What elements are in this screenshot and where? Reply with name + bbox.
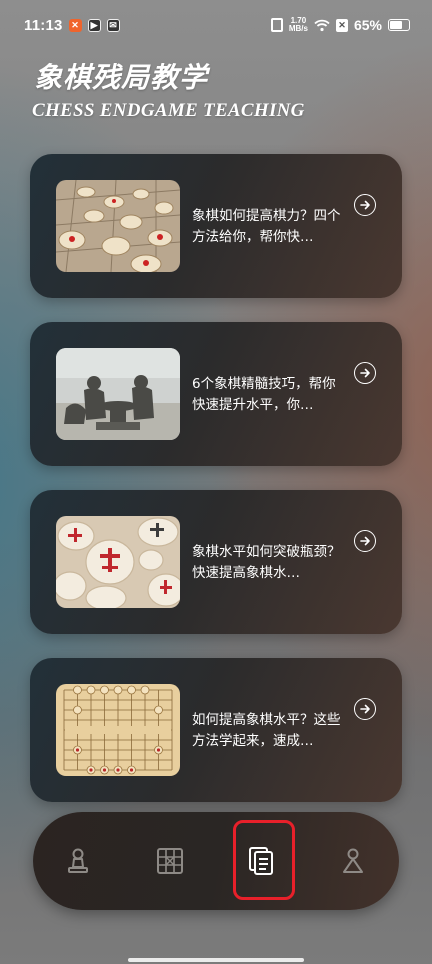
page-title: 象棋残局教学	[34, 61, 209, 94]
statue-photo	[56, 348, 180, 440]
home-indicator[interactable]	[128, 958, 304, 962]
article-title: 象棋水平如何突破瓶颈？快速提高象棋水…	[192, 544, 341, 581]
nav-item-pawn[interactable]	[53, 836, 103, 886]
network-speed: 1.70 MB/s	[289, 17, 308, 33]
arrow-right-circle-icon[interactable]	[354, 194, 376, 216]
vibrate-icon	[270, 18, 283, 32]
status-bar: 11:13 ✕ ▶ ✉ 1.70 MB/s ✕ 65%	[0, 0, 432, 50]
chessboard-photo	[56, 684, 180, 776]
arrow-right-circle-icon[interactable]	[354, 530, 376, 552]
no-sim-icon: ✕	[335, 18, 348, 32]
status-time: 11:13	[24, 16, 63, 34]
chess-pieces-photo	[56, 180, 180, 272]
arrow-right-circle-icon[interactable]	[354, 698, 376, 720]
status-right: 1.70 MB/s ✕ 65%	[270, 17, 410, 33]
battery-percent: 65%	[353, 17, 382, 33]
arrow-right-circle-icon[interactable]	[354, 362, 376, 384]
chess-pawn-icon	[68, 848, 88, 873]
play-notification-icon: ▶	[87, 18, 101, 32]
article-thumbnail	[56, 180, 180, 272]
article-title: 6个象棋精髓技巧，帮你快速提升水平，你…	[192, 376, 336, 413]
battery-icon	[388, 19, 410, 31]
page-subtitle: CHESS ENDGAME TEACHING	[32, 100, 305, 121]
article-card[interactable]: 如何提高象棋水平？这些方法学起来，速成…	[30, 658, 402, 802]
chess-pieces-closeup-photo	[56, 516, 180, 608]
selected-tab-highlight	[233, 820, 295, 900]
wifi-icon	[314, 19, 330, 31]
article-title: 如何提高象棋水平？这些方法学起来，速成…	[192, 712, 341, 749]
article-thumbnail	[56, 348, 180, 440]
nav-item-profile[interactable]	[328, 836, 378, 886]
article-thumbnail	[56, 684, 180, 776]
article-card[interactable]: 象棋水平如何突破瓶颈？快速提高象棋水…	[30, 490, 402, 634]
network-speed-unit: MB/s	[288, 24, 308, 33]
article-title: 象棋如何提高棋力？四个方法给你，帮你快…	[192, 208, 341, 245]
app-notification-icon: ✕	[68, 18, 82, 32]
article-thumbnail	[56, 516, 180, 608]
article-card[interactable]: 象棋如何提高棋力？四个方法给你，帮你快…	[30, 154, 402, 298]
person-icon	[343, 848, 363, 873]
status-left: 11:13 ✕ ▶ ✉	[24, 17, 120, 34]
article-card[interactable]: 6个象棋精髓技巧，帮你快速提升水平，你…	[30, 322, 402, 466]
nav-item-board[interactable]	[145, 836, 195, 886]
chessboard-icon	[157, 848, 183, 874]
message-notification-icon: ✉	[106, 18, 120, 32]
battery-fill	[390, 21, 402, 29]
bottom-nav	[33, 812, 399, 910]
